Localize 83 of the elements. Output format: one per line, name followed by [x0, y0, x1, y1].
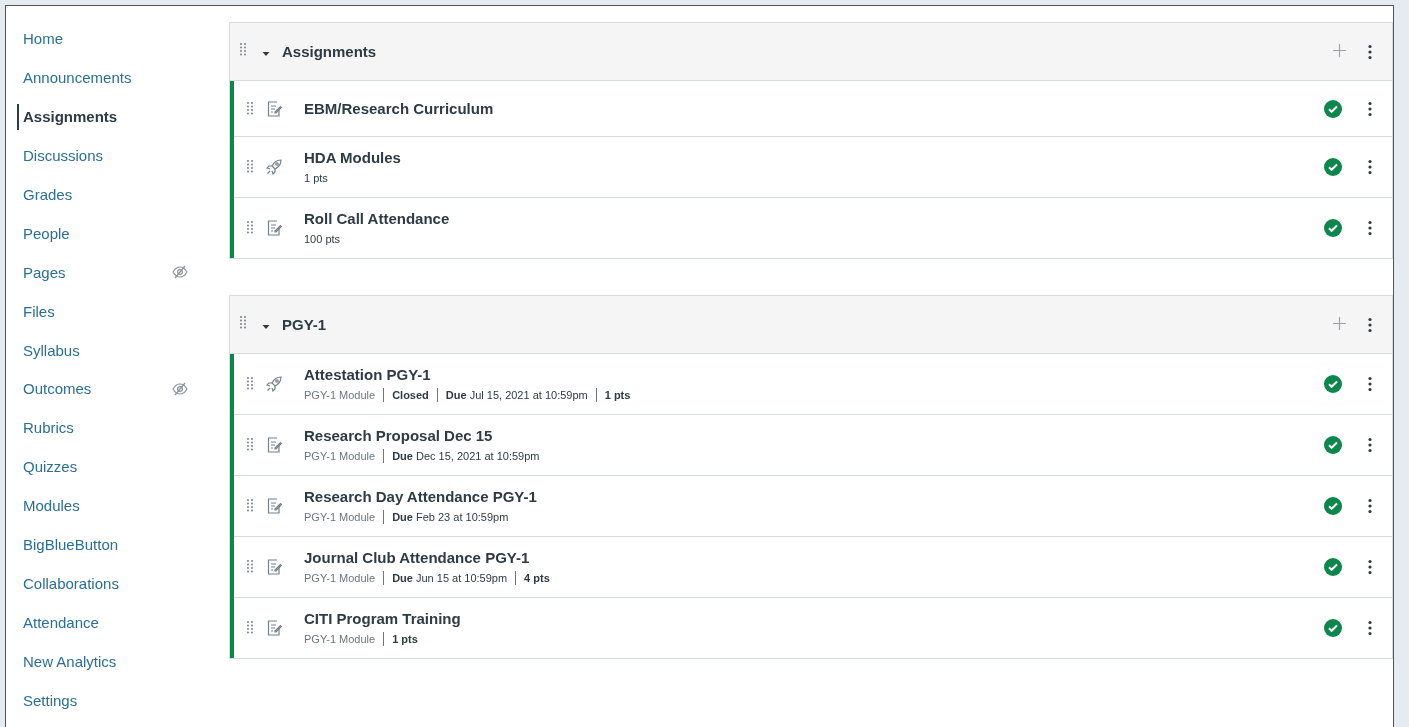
due-date: Due Jul 15, 2021 at 10:59pm — [436, 388, 596, 402]
more-options-icon[interactable] — [1368, 376, 1372, 392]
nav-link[interactable]: Modules — [17, 496, 84, 517]
assignment-icon — [266, 620, 282, 636]
published-check-icon[interactable] — [1324, 219, 1342, 237]
nav-link[interactable]: New Analytics — [17, 651, 121, 672]
module-name: PGY-1 Module — [304, 571, 377, 585]
nav-link[interactable]: Settings — [17, 690, 82, 711]
nav-link[interactable]: Assignments — [17, 104, 122, 131]
more-options-icon[interactable] — [1368, 620, 1372, 636]
drag-handle-icon[interactable] — [247, 560, 253, 574]
due-date: Due Dec 15, 2021 at 10:59pm — [383, 449, 548, 463]
nav-link[interactable]: Collaborations — [17, 573, 123, 594]
published-check-icon[interactable] — [1324, 558, 1342, 576]
rocket-icon — [266, 376, 282, 392]
item-title[interactable]: Attestation PGY-1 — [304, 366, 639, 384]
item-title[interactable]: CITI Program Training — [304, 610, 461, 628]
published-check-icon[interactable] — [1324, 497, 1342, 515]
drag-handle-icon[interactable] — [247, 499, 253, 513]
more-options-icon[interactable] — [1368, 100, 1372, 117]
assignment-icon — [266, 437, 282, 453]
add-item-icon[interactable] — [1333, 43, 1346, 57]
nav-link[interactable]: People — [17, 223, 74, 244]
nav-link[interactable]: BigBlueButton — [17, 535, 123, 555]
drag-handle-icon[interactable] — [240, 42, 246, 57]
published-check-icon[interactable] — [1324, 99, 1342, 118]
nav-link[interactable]: Home — [17, 29, 67, 50]
nav-link[interactable]: Files — [17, 301, 59, 322]
points-label: 4 pts — [515, 571, 558, 585]
published-check-icon[interactable] — [1324, 375, 1342, 393]
assignment-icon — [266, 498, 282, 514]
more-options-icon[interactable] — [1368, 498, 1372, 514]
due-date: Due Feb 23 at 10:59pm — [383, 510, 517, 524]
module-name: PGY-1 Module — [304, 449, 377, 463]
drag-handle-icon[interactable] — [247, 438, 253, 452]
more-options-icon[interactable] — [1368, 437, 1372, 453]
assignment-icon — [266, 220, 282, 236]
more-options-icon[interactable] — [1368, 559, 1372, 575]
more-options-icon[interactable] — [1368, 43, 1372, 60]
drag-handle-icon[interactable] — [240, 315, 246, 330]
nav-link[interactable]: Discussions — [17, 146, 108, 167]
module-title[interactable]: Assignments — [282, 43, 377, 60]
caret-icon[interactable] — [262, 50, 270, 57]
nav-link[interactable]: Grades — [17, 185, 77, 205]
nav-link[interactable]: Pages — [17, 262, 70, 283]
assignment-icon — [266, 100, 282, 117]
published-check-icon[interactable] — [1324, 158, 1342, 176]
more-options-icon[interactable] — [1368, 159, 1372, 175]
item-title[interactable]: EBM/Research Curriculum — [304, 99, 494, 118]
status-label: Closed — [383, 388, 437, 402]
more-options-icon[interactable] — [1368, 220, 1372, 236]
assignment-icon — [266, 559, 282, 575]
rocket-icon — [266, 159, 282, 175]
caret-icon[interactable] — [262, 323, 270, 330]
more-options-icon[interactable] — [1368, 316, 1372, 333]
module-name: PGY-1 Module — [304, 632, 377, 646]
points-label: 1 pts — [304, 171, 329, 185]
drag-handle-icon[interactable] — [247, 160, 253, 174]
points-label: 100 pts — [304, 232, 342, 246]
item-title[interactable]: Roll Call Attendance — [304, 210, 450, 228]
module-title[interactable]: PGY-1 — [282, 316, 327, 333]
module-name: PGY-1 Module — [304, 388, 377, 402]
published-check-icon[interactable] — [1324, 436, 1342, 454]
points-label: 1 pts — [595, 388, 639, 402]
nav-link[interactable]: Syllabus — [17, 340, 84, 361]
nav-link[interactable]: Rubrics — [17, 418, 78, 439]
nav-link[interactable]: Announcements — [17, 68, 136, 89]
nav-link[interactable]: Quizzes — [17, 457, 82, 478]
item-title[interactable]: Journal Club Attendance PGY-1 — [304, 549, 558, 567]
drag-handle-icon[interactable] — [247, 101, 253, 116]
drag-handle-icon[interactable] — [247, 221, 253, 235]
nav-link[interactable]: Attendance — [17, 612, 103, 633]
item-title[interactable]: HDA Modules — [304, 149, 401, 167]
add-item-icon[interactable] — [1333, 316, 1346, 330]
nav-link[interactable]: Outcomes — [17, 379, 96, 400]
module-name: PGY-1 Module — [304, 510, 377, 524]
drag-handle-icon[interactable] — [247, 621, 253, 635]
drag-handle-icon[interactable] — [247, 377, 253, 391]
published-check-icon[interactable] — [1324, 619, 1342, 637]
points-label: 1 pts — [383, 632, 426, 646]
item-title[interactable]: Research Day Attendance PGY-1 — [304, 488, 537, 506]
due-date: Due Jun 15 at 10:59pm — [383, 571, 516, 585]
item-title[interactable]: Research Proposal Dec 15 — [304, 427, 548, 445]
